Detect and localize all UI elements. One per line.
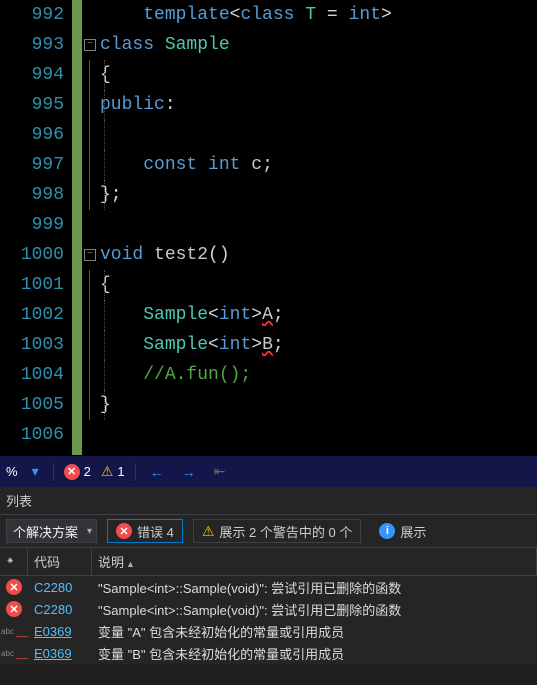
error-icon: ✕: [6, 579, 22, 595]
info-icon: i: [379, 523, 395, 539]
code-line[interactable]: }: [100, 390, 537, 420]
error-count-value: 2: [84, 464, 91, 479]
line-number: 994: [0, 60, 64, 90]
code-line[interactable]: {: [100, 270, 537, 300]
line-number: 1003: [0, 330, 64, 360]
code-line[interactable]: const int c;: [100, 150, 537, 180]
line-number: 1005: [0, 390, 64, 420]
zoom-indicator[interactable]: %: [6, 464, 18, 479]
code-line[interactable]: //A.fun();: [100, 360, 537, 390]
error-row[interactable]: ✕ C2280"Sample<int>::Sample(void)": 尝试引用已…: [0, 576, 537, 598]
col-icon[interactable]: ⁕: [0, 548, 28, 575]
error-list-body: ✕C2280"Sample<int>::Sample(void)": 尝试引用已…: [0, 576, 537, 664]
errors-filter-label: 错误 4: [137, 522, 174, 541]
nav-back-icon[interactable]: ←: [146, 464, 168, 480]
line-number: 997: [0, 150, 64, 180]
line-number: 1001: [0, 270, 64, 300]
error-row[interactable]: abc﹏ E0369 变量 "B" 包含未经初始化的常量或引用成员: [0, 642, 537, 664]
dropdown-icon[interactable]: ▾: [28, 463, 43, 480]
scope-dropdown[interactable]: 个解决方案: [6, 519, 97, 543]
col-code[interactable]: 代码: [28, 548, 92, 575]
error-description: "Sample<int>::Sample(void)": 尝试引用已删除的函数: [92, 599, 537, 620]
abc-icon: abc: [1, 649, 14, 658]
warning-icon: ⚠: [202, 523, 215, 540]
error-list-header: ⁕ 代码 说明▲: [0, 548, 537, 576]
line-number: 995: [0, 90, 64, 120]
sort-asc-icon: ▲: [126, 559, 135, 569]
code-line[interactable]: void test2(): [100, 240, 537, 270]
code-area[interactable]: template<class T = int>class Sample{publ…: [100, 0, 537, 455]
separator: [53, 463, 54, 481]
scope-label: 个解决方案: [13, 522, 78, 541]
error-description: 变量 "B" 包含未经初始化的常量或引用成员: [92, 643, 537, 664]
error-icon: ✕: [6, 601, 22, 617]
warnings-filter-button[interactable]: ⚠ 展示 2 个警告中的 0 个: [193, 519, 361, 543]
fold-toggle-icon[interactable]: −: [84, 39, 96, 51]
warning-count[interactable]: ⚠ 1: [101, 463, 125, 480]
col-desc[interactable]: 说明▲: [92, 548, 537, 575]
line-number: 1002: [0, 300, 64, 330]
line-number: 1004: [0, 360, 64, 390]
error-code-link[interactable]: E0369: [34, 624, 72, 639]
error-code-link[interactable]: E0369: [34, 646, 72, 661]
error-list-toolbar: 个解决方案 ✕ 错误 4 ⚠ 展示 2 个警告中的 0 个 i 展示: [0, 514, 537, 548]
code-line[interactable]: class Sample: [100, 30, 537, 60]
info-filter-button[interactable]: i 展示: [371, 519, 434, 543]
code-line[interactable]: public:: [100, 90, 537, 120]
line-number: 992: [0, 0, 64, 30]
error-count[interactable]: ✕ 2: [64, 464, 91, 480]
code-line[interactable]: [100, 120, 537, 150]
error-code: E0369: [28, 645, 92, 662]
line-number: 999: [0, 210, 64, 240]
nav-end-icon: ⇤: [210, 463, 230, 480]
line-number: 1000: [0, 240, 64, 270]
fold-column: −−: [82, 0, 100, 455]
nav-forward-icon[interactable]: →: [178, 464, 200, 480]
warning-count-value: 1: [117, 464, 124, 479]
warnings-filter-label: 展示 2 个警告中的 0 个: [219, 522, 352, 541]
error-icon: ✕: [64, 464, 80, 480]
error-icon: ✕: [116, 523, 132, 539]
abc-icon: abc: [1, 627, 14, 636]
status-bar: % ▾ ✕ 2 ⚠ 1 ← → ⇤: [0, 455, 537, 487]
change-margin: [72, 0, 82, 455]
error-description: "Sample<int>::Sample(void)": 尝试引用已删除的函数: [92, 577, 537, 598]
wavy-underline-icon: ﹏: [16, 623, 27, 640]
line-number: 993: [0, 30, 64, 60]
errors-filter-button[interactable]: ✕ 错误 4: [107, 519, 183, 543]
fold-toggle-icon[interactable]: −: [84, 249, 96, 261]
line-number: 1006: [0, 420, 64, 450]
error-code: E0369: [28, 623, 92, 640]
code-line[interactable]: [100, 420, 537, 450]
line-number: 996: [0, 120, 64, 150]
error-list-panel: 列表 个解决方案 ✕ 错误 4 ⚠ 展示 2 个警告中的 0 个 i 展示 ⁕ …: [0, 487, 537, 664]
panel-title: 列表: [0, 487, 537, 514]
line-number-gutter: 9929939949959969979989991000100110021003…: [0, 0, 72, 455]
info-filter-label: 展示: [400, 522, 426, 541]
code-line[interactable]: [100, 210, 537, 240]
code-line[interactable]: {: [100, 60, 537, 90]
error-code: C2280: [28, 601, 92, 618]
code-line[interactable]: Sample<int>B;: [100, 330, 537, 360]
warning-icon: ⚠: [101, 463, 114, 480]
code-line[interactable]: };: [100, 180, 537, 210]
line-number: 998: [0, 180, 64, 210]
error-description: 变量 "A" 包含未经初始化的常量或引用成员: [92, 621, 537, 642]
wavy-underline-icon: ﹏: [16, 645, 27, 662]
code-line[interactable]: template<class T = int>: [100, 0, 537, 30]
error-row[interactable]: abc﹏ E0369 变量 "A" 包含未经初始化的常量或引用成员: [0, 620, 537, 642]
code-line[interactable]: Sample<int>A;: [100, 300, 537, 330]
error-row[interactable]: ✕ C2280"Sample<int>::Sample(void)": 尝试引用已…: [0, 598, 537, 620]
code-editor[interactable]: 9929939949959969979989991000100110021003…: [0, 0, 537, 455]
separator: [135, 463, 136, 481]
error-code: C2280: [28, 579, 92, 596]
